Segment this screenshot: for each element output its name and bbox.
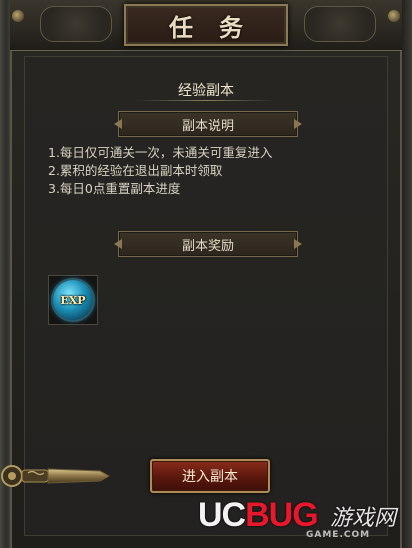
reward-header: 副本奖励 (118, 231, 298, 257)
title-divider-right (206, 100, 276, 101)
watermark-part2: BUG (245, 496, 319, 534)
dragon-ornament-left (40, 6, 112, 42)
enter-dungeon-label: 进入副本 (182, 469, 238, 485)
description-header-label: 副本说明 (181, 118, 234, 134)
sword-ornament-icon (1, 465, 110, 487)
watermark-cn: 游戏网 (330, 506, 397, 531)
watermark-part1: UC (198, 496, 246, 534)
rules-list: 1.每日仅可通关一次，未通关可重复进入 2.累积的经验在退出副本时领取 3.每日… (48, 144, 368, 198)
exp-orb-icon: EXP (53, 280, 93, 320)
watermark-sub: GAME.COM (306, 530, 371, 540)
reward-header-label: 副本奖励 (181, 238, 234, 254)
rule-item: 1.每日仅可通关一次，未通关可重复进入 (48, 145, 273, 160)
window-title: 任务 (169, 12, 269, 42)
corner-knot-left (12, 10, 24, 22)
description-header: 副本说明 (118, 111, 298, 137)
reward-item-slot[interactable]: EXP (48, 275, 98, 325)
rule-item: 3.每日0点重置副本进度 (48, 181, 181, 196)
dungeon-name: 经验副本 (178, 83, 234, 99)
watermark-logo: UCBUG (198, 496, 319, 535)
enter-dungeon-button[interactable]: 进入副本 (150, 459, 270, 493)
dragon-ornament-right (304, 6, 376, 42)
window-title-plate: 任务 (124, 4, 288, 46)
corner-knot-right (388, 10, 400, 22)
title-divider-left (136, 100, 206, 101)
site-watermark: UCBUG 游戏网 GAME.COM (198, 490, 412, 548)
exp-label: EXP (60, 293, 86, 307)
rule-item: 2.累积的经验在退出副本时领取 (48, 163, 223, 178)
